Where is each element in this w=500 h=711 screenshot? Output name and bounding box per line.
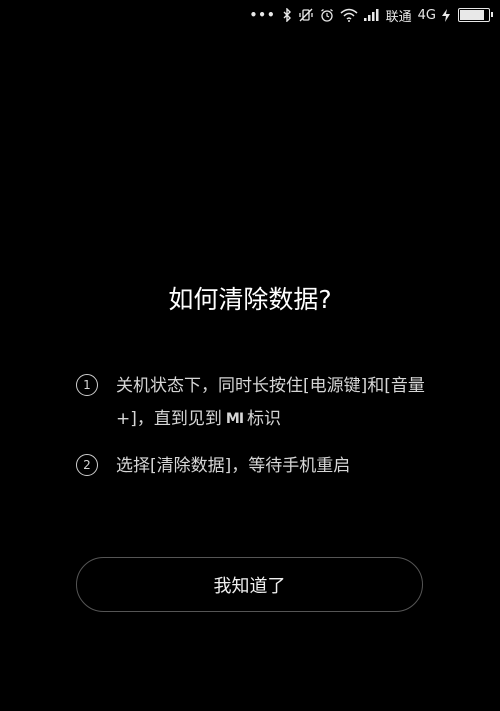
step-item-1: 1 关机状态下，同时长按住[电源键]和[音量+]，直到见到 MI 标识	[76, 370, 440, 436]
network-type-label: 4G	[417, 7, 436, 23]
step-text-after-logo: 标识	[247, 409, 282, 429]
step-number-badge: 1	[76, 374, 98, 396]
battery-icon	[458, 8, 493, 22]
dialog-title: 如何清除数据?	[168, 285, 332, 314]
wifi-icon	[340, 7, 358, 23]
step-number-badge: 2	[76, 454, 98, 476]
battery-level	[460, 10, 484, 20]
signal-icon	[363, 7, 380, 23]
step-item-2: 2 选择[清除数据]，等待手机重启	[76, 450, 440, 483]
step-text: 关机状态下，同时长按住[电源键]和[音量+]，直到见到 MI 标识	[116, 370, 440, 436]
carrier-label: 联通	[385, 9, 412, 25]
confirm-button[interactable]: 我知道了	[76, 557, 423, 612]
status-bar: ••• 联通 4G	[0, 0, 500, 30]
charging-bolt-icon	[442, 7, 450, 23]
alarm-icon	[320, 7, 334, 23]
bluetooth-icon	[282, 7, 292, 23]
more-notifications-icon: •••	[249, 8, 276, 22]
step-text: 选择[清除数据]，等待手机重启	[116, 456, 351, 476]
mi-logo-icon: MI	[225, 411, 244, 427]
vibrate-off-icon	[298, 7, 314, 23]
